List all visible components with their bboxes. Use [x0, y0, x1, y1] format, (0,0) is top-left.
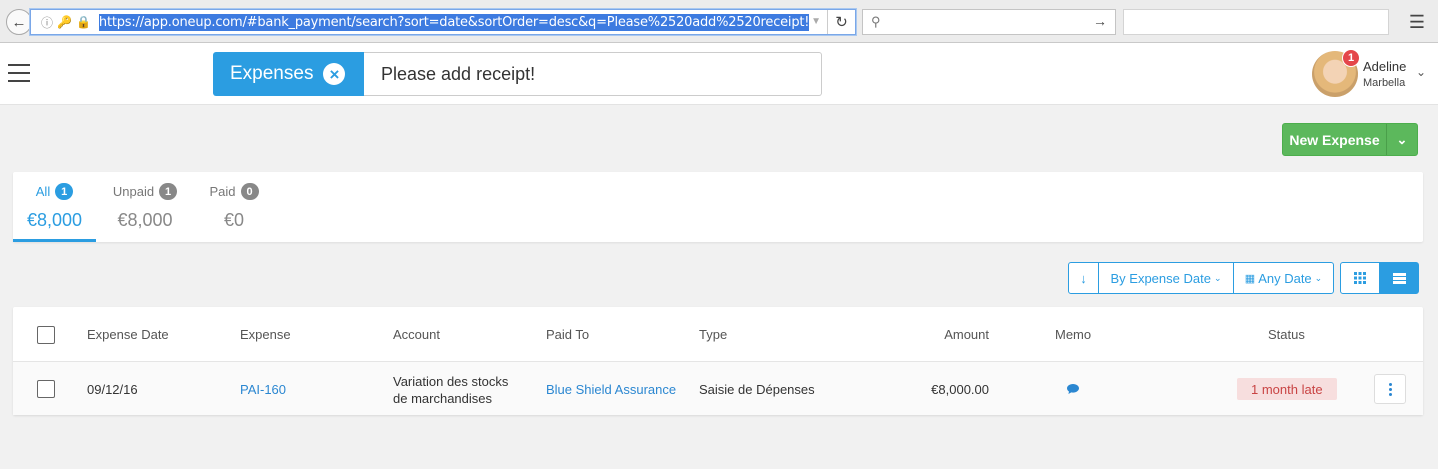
site-info-icons[interactable]: ⓘ 🔑 🔒 [31, 14, 91, 31]
row-actions-kebab-icon[interactable] [1374, 374, 1406, 404]
table-row[interactable]: 09/12/16 PAI-160 Variation des stocks de… [13, 362, 1423, 415]
browser-search-field[interactable]: ⚲ → [862, 9, 1116, 35]
column-header-account[interactable]: Account [393, 327, 440, 342]
column-header-memo[interactable]: Memo [1055, 327, 1091, 342]
hamburger-menu-icon[interactable] [8, 64, 30, 82]
tab-all-label: All [35, 184, 51, 199]
select-all-checkbox[interactable] [37, 326, 55, 344]
browser-extra-field[interactable] [1123, 9, 1389, 35]
expense-amount: €8,000.00 [931, 382, 989, 397]
list-view-icon[interactable] [1380, 263, 1418, 293]
key-icon: 🔑 [57, 15, 72, 29]
lock-icon: 🔒 [75, 15, 91, 29]
sort-direction-arrow-down-icon[interactable]: ↓ [1069, 263, 1099, 293]
grid-view-icon[interactable] [1341, 263, 1380, 293]
avatar[interactable]: 1 [1312, 49, 1360, 97]
info-icon[interactable]: ⓘ [41, 14, 53, 31]
row-checkbox[interactable] [37, 380, 55, 398]
chevron-down-icon[interactable]: ⌄ [1416, 65, 1426, 79]
column-header-expense-date[interactable]: Expense Date [87, 327, 169, 342]
chevron-down-icon: ⌄ [1213, 272, 1222, 283]
user-last-name[interactable]: Marbella [1363, 77, 1405, 89]
account-line1: Variation des stocks [393, 374, 509, 389]
new-expense-button[interactable]: New Expense [1283, 124, 1387, 155]
tab-all-count: 1 [55, 183, 74, 200]
tab-unpaid-label: Unpaid [112, 184, 155, 199]
address-bar[interactable]: ⓘ 🔑 🔒 https://app.oneup.com/#bank_paymen… [30, 9, 856, 35]
url-text[interactable]: https://app.oneup.com/#bank_payment/sear… [98, 13, 810, 31]
url-history-dropdown-icon[interactable]: ▼ [811, 16, 821, 27]
sort-filter-toolbar: ↓ By Expense Date ⌄ ▦ Any Date ⌄ [1068, 262, 1334, 294]
view-mode-toggle [1340, 262, 1419, 294]
date-filter-label: Any Date [1258, 270, 1312, 286]
account-line2: de marchandises [393, 391, 492, 406]
sort-by-label: By Expense Date [1110, 270, 1211, 286]
tab-unpaid-amount: €8,000 [117, 210, 173, 230]
browser-menu-icon[interactable]: ☰ [1402, 10, 1432, 34]
column-header-status[interactable]: Status [1268, 327, 1305, 342]
paid-to-link[interactable]: Blue Shield Assurance [546, 382, 676, 397]
column-header-amount[interactable]: Amount [944, 327, 989, 342]
tab-paid-amount: €0 [223, 210, 245, 230]
tab-paid-label: Paid [209, 184, 236, 199]
column-header-type[interactable]: Type [699, 327, 727, 342]
sort-by-dropdown[interactable]: By Expense Date ⌄ [1099, 263, 1234, 293]
close-icon[interactable]: × [323, 63, 346, 85]
tab-unpaid[interactable]: Unpaid 1 €8,000 [105, 172, 185, 242]
comment-icon[interactable] [1067, 384, 1079, 394]
summary-tabs: All 1 €8,000 Unpaid 1 €8,000 Paid 0 €0 [13, 172, 1423, 242]
user-first-name[interactable]: Adeline [1363, 59, 1406, 74]
tab-paid[interactable]: Paid 0 €0 [200, 172, 268, 242]
table-header: Expense Date Expense Account Paid To Typ… [13, 307, 1423, 362]
tab-all[interactable]: All 1 €8,000 [13, 172, 96, 242]
chevron-down-icon: ⌄ [1314, 272, 1323, 283]
column-header-expense[interactable]: Expense [240, 327, 291, 342]
status-badge: 1 month late [1237, 378, 1337, 400]
back-arrow-icon[interactable]: ← [6, 9, 32, 35]
expenses-table: Expense Date Expense Account Paid To Typ… [13, 307, 1423, 415]
notification-badge: 1 [1342, 49, 1360, 67]
search-input[interactable] [364, 52, 822, 96]
browser-toolbar: ← ⓘ 🔑 🔒 https://app.oneup.com/#bank_paym… [0, 0, 1438, 43]
expense-type: Saisie de Dépenses [699, 382, 815, 397]
calendar-icon: ▦ [1244, 272, 1256, 285]
search-tag-label: Expenses [230, 63, 314, 84]
tab-paid-count: 0 [240, 183, 259, 200]
tab-all-amount: €8,000 [26, 210, 83, 230]
app-header: Expenses × 1 Adeline Marbella ⌄ [0, 43, 1438, 105]
column-header-paid-to[interactable]: Paid To [546, 327, 589, 342]
expense-id-link[interactable]: PAI-160 [240, 382, 286, 397]
go-arrow-icon[interactable]: → [1093, 13, 1107, 29]
reload-icon[interactable]: ↻ [827, 10, 855, 34]
new-expense-split-button: New Expense ⌄ [1282, 123, 1418, 156]
expense-date: 09/12/16 [87, 382, 138, 397]
search-icon: ⚲ [871, 14, 881, 29]
chevron-down-icon[interactable]: ⌄ [1387, 124, 1417, 155]
tab-unpaid-count: 1 [159, 183, 178, 200]
date-filter-dropdown[interactable]: ▦ Any Date ⌄ [1234, 263, 1333, 293]
search-scope-tag: Expenses × [213, 52, 364, 96]
